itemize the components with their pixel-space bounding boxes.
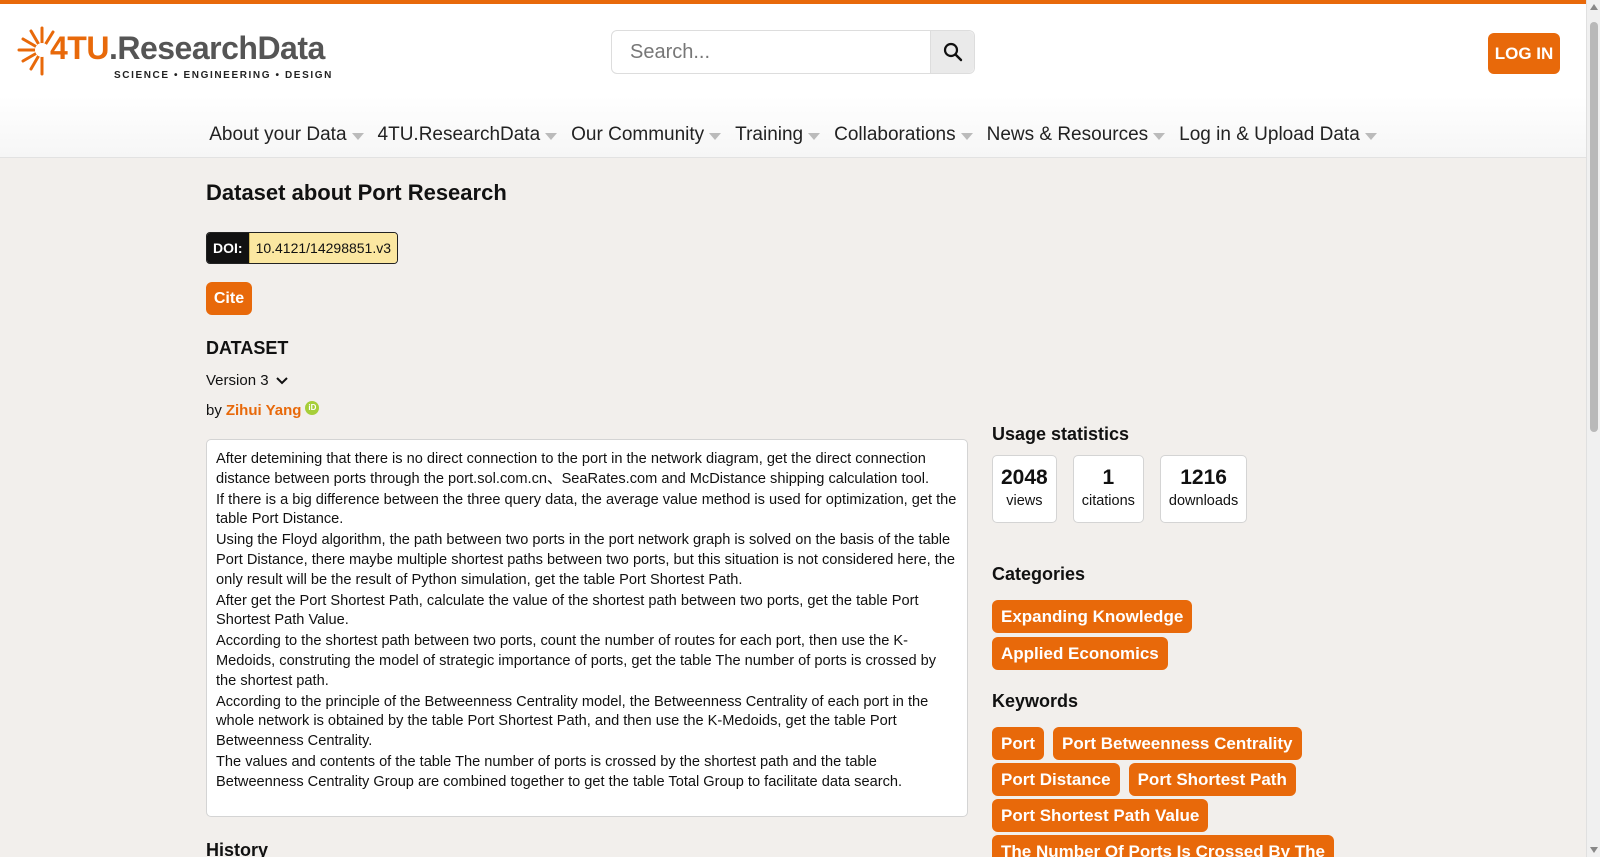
- orcid-icon[interactable]: iD: [305, 400, 320, 415]
- caret-down-icon: [351, 132, 364, 140]
- keyword-tag[interactable]: Port Distance: [992, 763, 1120, 796]
- nav-item-training[interactable]: Training: [728, 120, 827, 150]
- logo-wordmark: 4TU.ResearchData: [50, 30, 325, 67]
- stat-value: 1216: [1180, 466, 1227, 489]
- nav-item-news-resources[interactable]: News & Resources: [980, 120, 1173, 150]
- description-paragraph: After detemining that there is no direct…: [216, 451, 930, 487]
- nav-item-label: Our Community: [571, 124, 705, 145]
- keyword-tag[interactable]: The Number Of Ports Is Crossed By The: [992, 835, 1335, 857]
- doi-value[interactable]: 10.4121/14298851.v3: [248, 233, 398, 263]
- scroll-up-arrow-icon[interactable]: [1590, 4, 1598, 10]
- caret-down-icon: [1153, 132, 1166, 140]
- stat-label: downloads: [1168, 493, 1239, 509]
- nav-item-4tu-researchdata[interactable]: 4TU.ResearchData: [371, 120, 565, 150]
- scroll-thumb[interactable]: [1590, 22, 1598, 432]
- stat-value: 1: [1102, 466, 1115, 489]
- stat-label: views: [1006, 493, 1043, 509]
- nav-item-about-your-data[interactable]: About your Data: [202, 120, 370, 150]
- nav-item-our-community[interactable]: Our Community: [564, 120, 728, 150]
- site-header: 4TU.ResearchData SCIENCE • ENGINEERING •…: [0, 4, 1586, 158]
- keywords-list: Port Port Betweenness Centrality Port Di…: [992, 727, 1382, 857]
- search-button[interactable]: [930, 31, 974, 73]
- usage-stats: 2048 views 1 citations 1216 downloads: [992, 455, 1248, 523]
- by-label: by: [206, 402, 222, 419]
- description-paragraph: After get the Port Shortest Path, calcul…: [216, 592, 919, 629]
- caret-down-icon: [1364, 132, 1377, 140]
- caret-down-icon: [960, 132, 973, 140]
- nav-item-label: About your Data: [209, 124, 347, 145]
- stat-views: 2048 views: [992, 455, 1057, 523]
- version-label: Version 3: [206, 372, 269, 389]
- description-paragraph: If there is a big difference between the…: [216, 491, 957, 528]
- caret-down-icon: [709, 132, 722, 140]
- item-type-label: DATASET: [206, 338, 289, 358]
- author-link[interactable]: Zihui Yang: [226, 402, 302, 419]
- keywords-heading: Keywords: [992, 691, 1079, 711]
- categories-list: Expanding Knowledge Applied Economics: [992, 600, 1412, 670]
- categories-heading: Categories: [992, 564, 1086, 584]
- stat-downloads: 1216 downloads: [1159, 455, 1248, 523]
- login-button[interactable]: LOG IN: [1488, 33, 1560, 74]
- stat-label: citations: [1081, 493, 1135, 509]
- stat-citations: 1 citations: [1072, 455, 1144, 523]
- description-paragraph: According to the shortest path between t…: [216, 633, 937, 689]
- nav-item-label: Collaborations: [834, 124, 956, 145]
- caret-down-icon: [808, 132, 821, 140]
- magnifier-icon: [943, 42, 962, 62]
- description-paragraph: According to the principle of the Betwee…: [216, 693, 929, 750]
- caret-down-icon: [545, 132, 558, 140]
- search-bar: [611, 30, 975, 74]
- version-selector[interactable]: Version 3: [206, 372, 289, 389]
- doi-badge[interactable]: DOI: 10.4121/14298851.v3: [206, 232, 399, 264]
- nav-item-label: Training: [735, 124, 804, 145]
- logo-tagline: SCIENCE • ENGINEERING • DESIGN: [114, 70, 333, 81]
- nav-item-label: Log in & Upload Data: [1179, 124, 1360, 145]
- stat-value: 2048: [1001, 466, 1048, 489]
- cite-button[interactable]: Cite: [206, 282, 252, 315]
- nav-item-collaborations[interactable]: Collaborations: [827, 120, 979, 150]
- keyword-tag[interactable]: Port Shortest Path Value: [992, 799, 1209, 832]
- logo-name: .ResearchData: [108, 30, 325, 66]
- keyword-tag[interactable]: Port: [992, 727, 1044, 760]
- category-tag[interactable]: Applied Economics: [992, 637, 1168, 670]
- usage-statistics-heading: Usage statistics: [992, 424, 1130, 444]
- history-heading: History: [206, 840, 269, 857]
- keyword-tag[interactable]: Port Shortest Path: [1128, 763, 1296, 796]
- dataset-description: After detemining that there is no direct…: [206, 439, 968, 817]
- category-tag[interactable]: Expanding Knowledge: [992, 600, 1193, 633]
- doi-label: DOI:: [207, 233, 249, 263]
- author-line: by Zihui Yang iD: [206, 400, 320, 419]
- logo-number: 4TU: [50, 30, 109, 66]
- site-logo[interactable]: 4TU.ResearchData SCIENCE • ENGINEERING •…: [14, 20, 331, 84]
- page-scrollbar[interactable]: [1586, 0, 1600, 857]
- description-paragraph: Using the Floyd algorithm, the path betw…: [216, 532, 956, 588]
- main-nav: About your Data 4TU.ResearchData Our Com…: [0, 120, 1586, 150]
- page-title: Dataset about Port Research: [206, 180, 507, 205]
- nav-item-login-upload[interactable]: Log in & Upload Data: [1172, 120, 1384, 150]
- chevron-down-icon: [275, 376, 288, 384]
- description-paragraph: The values and contents of the table The…: [216, 753, 903, 790]
- keyword-tag[interactable]: Port Betweenness Centrality: [1053, 727, 1302, 760]
- nav-item-label: News & Resources: [986, 124, 1149, 145]
- scroll-down-arrow-icon[interactable]: [1590, 847, 1598, 853]
- search-input[interactable]: [612, 31, 930, 73]
- nav-item-label: 4TU.ResearchData: [377, 124, 541, 145]
